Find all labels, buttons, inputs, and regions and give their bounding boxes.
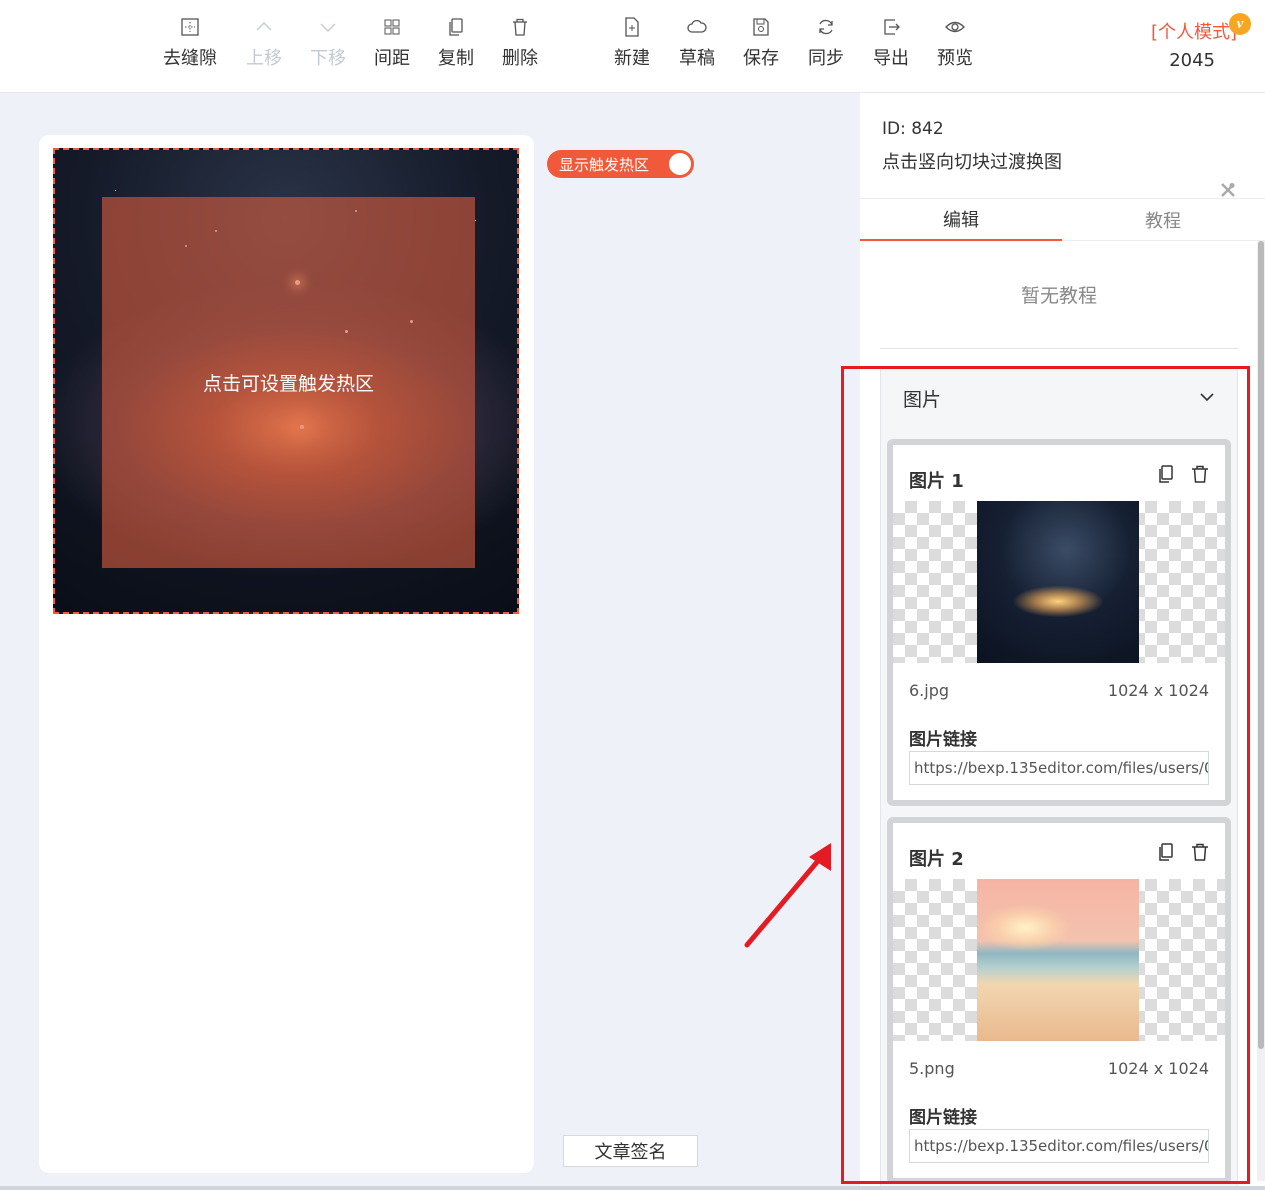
personal-mode-link[interactable]: [个人模式] bbox=[1151, 18, 1237, 44]
eye-icon bbox=[945, 21, 965, 33]
chevron-up-icon bbox=[256, 22, 272, 31]
panel-tabs: 编辑 教程 bbox=[860, 198, 1265, 241]
new-file-icon bbox=[625, 17, 639, 37]
remove-gap-icon bbox=[181, 18, 199, 36]
template-id: ID: 842 bbox=[882, 119, 944, 139]
save-icon bbox=[753, 18, 769, 36]
spacing-icon bbox=[384, 19, 400, 35]
template-name: 点击竖向切块过渡换图 bbox=[882, 152, 1062, 173]
copy-button[interactable]: 复制 bbox=[424, 16, 488, 76]
show-hotzone-toggle[interactable]: 显示触发热区 bbox=[547, 150, 694, 178]
delete-label: 删除 bbox=[502, 48, 538, 69]
tab-tutorial[interactable]: 教程 bbox=[1062, 199, 1264, 241]
tab-edit[interactable]: 编辑 bbox=[860, 199, 1062, 241]
credit-count: 2045 bbox=[1169, 50, 1215, 71]
trash-icon bbox=[513, 18, 527, 36]
spacing-button[interactable]: 间距 bbox=[360, 16, 424, 76]
preview-label: 预览 bbox=[937, 48, 973, 69]
copy-icon bbox=[449, 18, 463, 36]
move-up-label: 上移 bbox=[246, 48, 282, 69]
draft-button[interactable]: 草稿 bbox=[665, 16, 729, 76]
bottom-edge bbox=[0, 1186, 1265, 1190]
no-tutorial-text: 暂无教程 bbox=[1020, 285, 1097, 307]
highlight-box bbox=[841, 366, 1250, 1184]
draft-label: 草稿 bbox=[679, 48, 715, 69]
copy-label: 复制 bbox=[438, 48, 474, 69]
save-label: 保存 bbox=[743, 48, 779, 69]
spacing-label: 间距 bbox=[374, 48, 410, 69]
toggle-knob bbox=[669, 153, 691, 175]
sync-icon bbox=[819, 19, 833, 35]
starry-sky-image[interactable]: 点击可设置触发热区 bbox=[53, 148, 519, 614]
delete-button[interactable]: 删除 bbox=[488, 16, 552, 76]
export-icon bbox=[884, 19, 900, 35]
move-down-button[interactable]: 下移 bbox=[296, 16, 360, 76]
export-button[interactable]: 导出 bbox=[859, 16, 923, 76]
divider bbox=[880, 348, 1238, 349]
annotation-arrow-icon bbox=[744, 843, 831, 948]
preview-button[interactable]: 预览 bbox=[923, 16, 987, 76]
article-signature-button[interactable]: 文章签名 bbox=[563, 1135, 698, 1167]
save-button[interactable]: 保存 bbox=[729, 16, 793, 76]
trigger-hotzone[interactable]: 点击可设置触发热区 bbox=[102, 197, 475, 568]
top-toolbar: 去缝隙 上移 下移 间距 复制 删除 新建 草稿 保存 同步 导出 预览 [个人… bbox=[0, 0, 1265, 93]
tools-icon[interactable] bbox=[1219, 181, 1237, 199]
sync-label: 同步 bbox=[808, 48, 844, 69]
new-label: 新建 bbox=[614, 48, 650, 69]
panel-scrollbar-thumb[interactable] bbox=[1258, 241, 1264, 1049]
vip-badge-icon: v bbox=[1229, 13, 1251, 35]
remove-gap-button[interactable]: 去缝隙 bbox=[158, 16, 222, 76]
export-label: 导出 bbox=[873, 48, 909, 69]
chevron-down-icon bbox=[320, 23, 336, 32]
move-down-label: 下移 bbox=[310, 48, 346, 69]
cloud-icon bbox=[687, 19, 707, 33]
new-button[interactable]: 新建 bbox=[600, 16, 664, 76]
move-up-button[interactable]: 上移 bbox=[232, 16, 296, 76]
toggle-label: 显示触发热区 bbox=[559, 156, 650, 174]
remove-gap-label: 去缝隙 bbox=[163, 48, 217, 69]
hotzone-hint: 点击可设置触发热区 bbox=[202, 373, 374, 395]
sync-button[interactable]: 同步 bbox=[794, 16, 858, 76]
